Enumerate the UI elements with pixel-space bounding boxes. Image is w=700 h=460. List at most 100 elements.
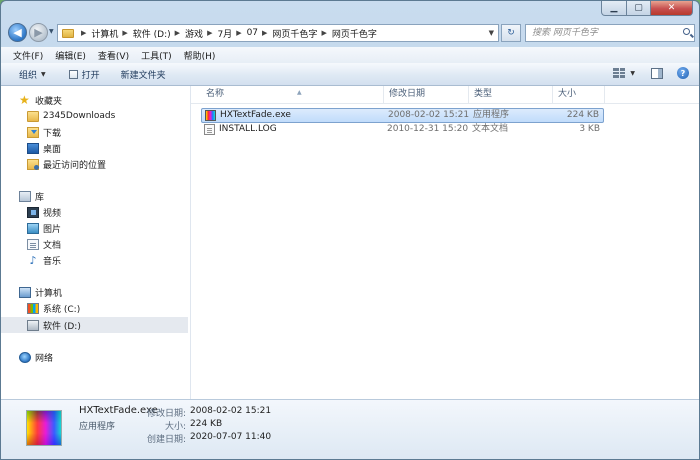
refresh-button[interactable]: ↻ — [501, 24, 521, 42]
back-button[interactable]: ◀ — [8, 23, 27, 42]
menu-help[interactable]: 帮助(H) — [178, 49, 222, 62]
details-created-value: 2020-07-07 11:40 — [190, 432, 272, 442]
address-bar[interactable]: ▶ 计算机 ▶ 软件 (D:) ▶ 游戏 ▶ 7月 ▶ 07 ▶ 网页千色字 ▶… — [57, 24, 499, 42]
preview-pane-icon[interactable] — [651, 67, 663, 79]
file-list: 名称 ▲ 修改日期 类型 大小 HXTextFade.exe 2008-02-0… — [191, 86, 699, 399]
details-created-label: 创建日期: — [146, 435, 186, 445]
command-bar: 组织 ▼ 打开 新建文件夹 ▼ ? — [1, 63, 699, 86]
nav-libraries[interactable]: 库 — [19, 188, 44, 204]
nav-favorites[interactable]: ★ 收藏夹 — [19, 92, 62, 108]
nav-item-label: 2345Downloads — [43, 111, 116, 121]
details-size-value: 224 KB — [190, 419, 223, 429]
column-header-name[interactable]: 名称 ▲ — [201, 86, 384, 103]
drive-icon — [27, 319, 39, 331]
nav-item-label: 桌面 — [43, 144, 62, 155]
breadcrumb-folder-parent[interactable]: 网页千色字 — [272, 27, 317, 40]
nav-item-videos[interactable]: 视频 — [27, 204, 61, 220]
chevron-right-icon[interactable]: ▶ — [262, 29, 267, 37]
nav-item-downloads[interactable]: 下载 — [27, 124, 61, 140]
menu-tools[interactable]: 工具(T) — [135, 49, 178, 62]
back-arrow-icon: ◀ — [13, 26, 22, 39]
nav-item-music[interactable]: ♪ 音乐 — [27, 252, 61, 268]
open-button[interactable]: 打开 — [55, 68, 109, 81]
nav-item-drive-d[interactable]: 软件 (D:) — [1, 317, 188, 333]
search-icon[interactable] — [683, 28, 690, 35]
close-button[interactable]: ✕ — [651, 1, 693, 16]
nav-favorites-label: 收藏夹 — [35, 96, 63, 107]
navigation-pane: ★ 收藏夹 2345Downloads 下载 桌面 最近访问的位置 库 视频 图… — [1, 86, 191, 399]
recent-pages-dropdown[interactable]: ▼ — [49, 28, 54, 35]
file-row[interactable]: INSTALL.LOG 2010-12-31 15:20 文本文档 3 KB — [201, 123, 604, 138]
column-header-type-label: 类型 — [474, 89, 493, 99]
nav-item-pictures[interactable]: 图片 — [27, 220, 61, 236]
views-icon — [613, 68, 626, 78]
forward-arrow-icon: ▶ — [34, 26, 43, 39]
application-icon — [205, 110, 216, 121]
documents-icon — [27, 238, 39, 250]
chevron-right-icon[interactable]: ▶ — [122, 29, 127, 37]
column-header-date[interactable]: 修改日期 — [384, 86, 469, 103]
downloads-icon — [27, 126, 39, 138]
nav-item-label: 软件 (D:) — [43, 321, 81, 332]
nav-network[interactable]: 网络 — [19, 349, 53, 365]
chevron-right-icon[interactable]: ▶ — [207, 29, 212, 37]
computer-icon — [19, 286, 31, 298]
chevron-right-icon[interactable]: ▶ — [321, 29, 326, 37]
nav-item-2345downloads[interactable]: 2345Downloads — [27, 108, 115, 124]
nav-computer[interactable]: 计算机 — [19, 284, 62, 300]
chevron-right-icon[interactable]: ▶ — [175, 29, 180, 37]
help-icon[interactable]: ? — [677, 67, 689, 79]
menu-file[interactable]: 文件(F) — [1, 49, 49, 62]
file-date: 2008-02-02 15:21 — [388, 110, 470, 120]
organize-label: 组织 — [19, 70, 38, 81]
file-date: 2010-12-31 15:20 — [387, 124, 469, 134]
breadcrumb-drive-d[interactable]: 软件 (D:) — [133, 27, 171, 40]
column-header-type[interactable]: 类型 — [469, 86, 553, 103]
open-label: 打开 — [81, 70, 100, 81]
file-size: 3 KB — [579, 124, 600, 134]
new-folder-label: 新建文件夹 — [120, 70, 166, 81]
file-row[interactable]: HXTextFade.exe 2008-02-02 15:21 应用程序 224… — [201, 108, 604, 123]
organize-button[interactable]: 组织 ▼ — [1, 68, 55, 81]
details-modified-label: 修改日期: — [146, 409, 186, 419]
column-header-size-label: 大小 — [558, 89, 577, 99]
chevron-right-icon[interactable]: ▶ — [236, 29, 241, 37]
caption-buttons: ▁ ▢ ✕ — [601, 1, 693, 16]
explorer-window: ▁ ▢ ✕ ◀ ▶ ▼ ▶ 计算机 ▶ 软件 (D:) ▶ 游戏 ▶ 7月 ▶ … — [0, 0, 700, 460]
breadcrumb-folder-current[interactable]: 网页千色字 — [332, 27, 377, 40]
minimize-button[interactable]: ▁ — [601, 1, 627, 16]
file-thumbnail — [26, 410, 62, 446]
nav-item-recent-places[interactable]: 最近访问的位置 — [27, 156, 106, 172]
folder-icon — [62, 28, 74, 38]
view-controls: ▼ ? — [613, 67, 689, 79]
breadcrumb-computer[interactable]: 计算机 — [91, 27, 118, 40]
new-folder-button[interactable]: 新建文件夹 — [109, 68, 175, 81]
search-input[interactable]: 搜索 网页千色字 — [525, 24, 695, 42]
chevron-down-icon: ▼ — [630, 69, 635, 77]
forward-button[interactable]: ▶ — [29, 23, 48, 42]
nav-item-label: 下载 — [43, 128, 62, 139]
search-placeholder: 搜索 网页千色字 — [532, 28, 598, 38]
nav-computer-label: 计算机 — [35, 288, 63, 299]
menu-view[interactable]: 查看(V) — [92, 49, 135, 62]
nav-item-drive-c[interactable]: 系统 (C:) — [27, 300, 80, 316]
music-icon: ♪ — [29, 253, 37, 267]
library-icon — [19, 190, 31, 202]
nav-item-label: 视频 — [43, 208, 62, 219]
nav-item-label: 图片 — [43, 224, 62, 235]
breadcrumb-games[interactable]: 游戏 — [185, 27, 203, 40]
address-history-dropdown[interactable]: ▼ — [485, 25, 498, 41]
menu-edit[interactable]: 编辑(E) — [49, 49, 92, 62]
breadcrumb-july[interactable]: 7月 — [217, 27, 232, 40]
open-icon — [68, 69, 78, 79]
nav-item-desktop[interactable]: 桌面 — [27, 140, 61, 156]
details-pane: HXTextFade.exe 应用程序 修改日期: 2008-02-02 15:… — [1, 399, 699, 459]
column-header-size[interactable]: 大小 — [553, 86, 605, 103]
chevron-right-icon: ▶ — [81, 29, 87, 37]
nav-item-documents[interactable]: 文档 — [27, 236, 61, 252]
file-name: HXTextFade.exe — [220, 110, 291, 120]
breadcrumb-07[interactable]: 07 — [247, 28, 258, 38]
details-size-label: 大小: — [164, 422, 186, 432]
maximize-button[interactable]: ▢ — [627, 1, 651, 16]
change-view-button[interactable]: ▼ — [613, 68, 635, 78]
